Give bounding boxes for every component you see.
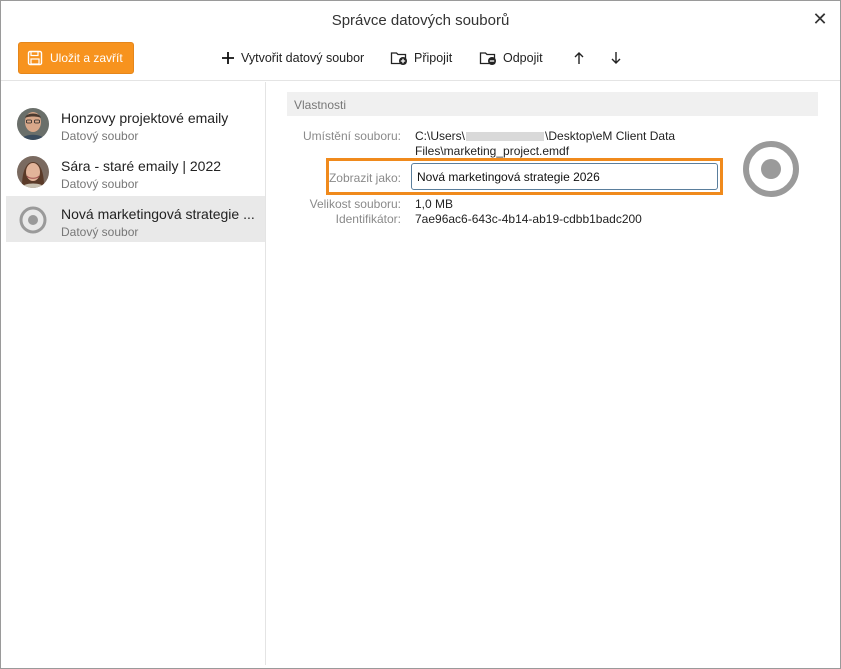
identifier-label: Identifikátor: bbox=[335, 212, 401, 226]
avatar bbox=[17, 156, 49, 188]
target-icon bbox=[741, 139, 801, 199]
save-and-close-button[interactable]: Uložit a zavřít bbox=[18, 42, 134, 74]
location-suffix: \Desktop\eM Client Data bbox=[545, 129, 676, 143]
folder-remove-icon bbox=[479, 52, 496, 65]
redacted-username bbox=[466, 132, 545, 142]
location-prefix: C:\Users\ bbox=[415, 129, 466, 143]
title-bar: Správce datových souborů ✕ bbox=[1, 1, 840, 41]
location-label: Umístění souboru: bbox=[302, 129, 401, 143]
item-name: Sára - staré emaily | 2022 bbox=[61, 158, 222, 174]
data-files-list: Honzovy projektové emaily Datový soubor … bbox=[6, 82, 266, 665]
detach-label: Odpojit bbox=[503, 51, 543, 65]
item-type: Datový soubor bbox=[61, 177, 139, 191]
detach-button[interactable]: Odpojit bbox=[479, 47, 543, 69]
close-icon: ✕ bbox=[812, 9, 828, 29]
window-title: Správce datových souborů bbox=[331, 12, 510, 29]
location-value-line2: Files\marketing_project.emdf bbox=[415, 144, 570, 158]
list-item[interactable]: Sára - staré emaily | 2022 Datový soubor bbox=[6, 148, 265, 194]
display-as-label: Zobrazit jako: bbox=[328, 171, 401, 185]
item-type: Datový soubor bbox=[61, 225, 139, 239]
item-name: Nová marketingová strategie ... bbox=[61, 206, 255, 222]
save-icon bbox=[27, 50, 43, 66]
file-size-value: 1,0 MB bbox=[415, 197, 454, 211]
target-icon bbox=[17, 204, 49, 236]
list-item-selected[interactable]: Nová marketingová strategie ... Datový s… bbox=[6, 196, 265, 242]
attach-label: Připojit bbox=[414, 51, 453, 65]
avatar bbox=[17, 108, 49, 140]
create-data-file-label: Vytvořit datový soubor bbox=[241, 51, 365, 65]
move-down-button[interactable] bbox=[610, 47, 628, 69]
create-data-file-button[interactable]: Vytvořit datový soubor bbox=[221, 47, 364, 69]
folder-add-icon bbox=[390, 52, 407, 65]
save-and-close-label: Uložit a zavřít bbox=[50, 51, 123, 65]
item-type: Datový soubor bbox=[61, 129, 139, 143]
item-name: Honzovy projektové emaily bbox=[61, 110, 229, 126]
list-item[interactable]: Honzovy projektové emaily Datový soubor bbox=[6, 100, 265, 146]
properties-header: Vlastnosti bbox=[287, 92, 818, 116]
properties-panel: Vlastnosti Umístění souboru: C:\Users\ \D… bbox=[273, 82, 833, 665]
attach-button[interactable]: Připojit bbox=[390, 47, 452, 69]
display-name-input[interactable] bbox=[411, 163, 718, 190]
move-up-button[interactable] bbox=[573, 47, 591, 69]
location-value: C:\Users\ \Desktop\eM Client Data bbox=[415, 129, 675, 143]
identifier-value: 7ae96ac6-643c-4b14-ab19-cdbb1badc200 bbox=[415, 212, 642, 226]
arrow-up-icon bbox=[574, 52, 584, 64]
data-files-manager-window: Správce datových souborů ✕ Uložit a zavř… bbox=[0, 0, 841, 669]
plus-icon bbox=[222, 52, 234, 64]
close-button[interactable]: ✕ bbox=[810, 9, 830, 29]
toolbar: Uložit a zavřít Vytvořit datový soubor P… bbox=[1, 41, 840, 81]
file-size-label: Velikost souboru: bbox=[309, 197, 401, 211]
arrow-down-icon bbox=[611, 52, 621, 64]
